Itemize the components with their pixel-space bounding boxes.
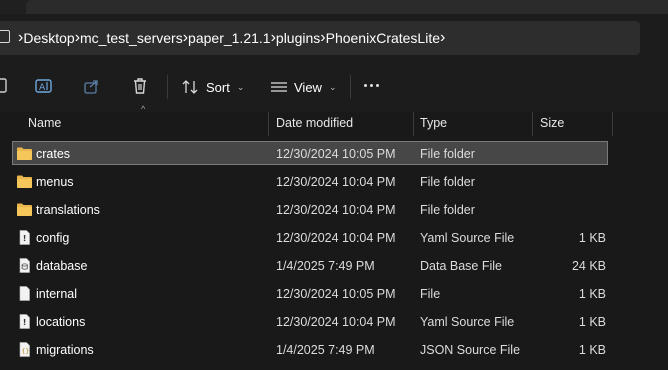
breadcrumb-paper[interactable]: paper_1.21.1 (188, 30, 271, 46)
file-type: File (420, 287, 441, 301)
file-size: 1 KB (578, 231, 606, 245)
json-file-icon: {} (16, 342, 33, 357)
file-row[interactable]: {} migrations 1/4/2025 7:49 PM JSON Sour… (0, 336, 668, 364)
command-bar: A Sort ⌄ View ⌄ (0, 62, 668, 112)
file-type: Data Base File (420, 259, 502, 273)
sort-button[interactable]: Sort ⌄ (182, 75, 244, 99)
file-name: crates (36, 147, 71, 161)
file-name: migrations (36, 343, 94, 357)
yaml-file-icon: ! (16, 314, 33, 329)
file-size: 1 KB (578, 315, 606, 329)
file-row[interactable]: ! config 12/30/2024 10:04 PM Yaml Source… (0, 224, 668, 252)
copy-icon[interactable] (0, 76, 12, 96)
svg-text:{}: {} (22, 347, 30, 355)
address-field[interactable]: › Desktop › mc_test_servers › paper_1.21… (0, 21, 640, 55)
address-bar: › Desktop › mc_test_servers › paper_1.21… (0, 14, 668, 62)
this-pc-icon[interactable] (0, 30, 10, 43)
tab-strip (0, 0, 668, 14)
folder-icon (16, 202, 33, 217)
file-size (540, 140, 606, 168)
chevron-down-icon: ⌄ (236, 81, 245, 92)
view-list-icon (271, 82, 287, 92)
sort-label: Sort (206, 79, 230, 95)
file-date-modified: 1/4/2025 7:49 PM (276, 343, 375, 357)
breadcrumb-phoenixcrateslite[interactable]: PhoenixCratesLite (326, 30, 440, 46)
column-header-type[interactable]: Type (412, 112, 532, 136)
file-date-modified: 12/30/2024 10:05 PM (276, 287, 396, 301)
svg-text:!: ! (23, 318, 27, 327)
file-type: File folder (420, 175, 475, 189)
file-date-modified: 1/4/2025 7:49 PM (276, 259, 375, 273)
svg-text:A: A (39, 83, 46, 93)
more-options-icon[interactable] (364, 84, 379, 87)
file-type: Yaml Source File (420, 231, 515, 245)
column-header-row: Name Date modified Type Size (0, 112, 668, 136)
file-size (540, 196, 606, 224)
file-name: database (36, 259, 88, 273)
toolbar-divider (167, 75, 168, 99)
column-header-size[interactable]: Size (532, 112, 612, 136)
file-row[interactable]: ! locations 12/30/2024 10:04 PM Yaml Sou… (0, 308, 668, 336)
chevron-down-icon: ⌄ (328, 81, 337, 92)
folder-icon (16, 146, 33, 161)
file-size: 24 KB (571, 259, 606, 273)
folder-icon (16, 174, 33, 189)
chevron-right-icon[interactable]: › (440, 29, 445, 47)
column-resize-handle[interactable] (612, 112, 613, 136)
file-size (540, 168, 606, 196)
share-icon[interactable] (82, 76, 102, 96)
file-type: File folder (420, 203, 475, 217)
file-row[interactable]: menus 12/30/2024 10:04 PM File folder (0, 168, 668, 196)
active-tab[interactable] (26, 0, 668, 14)
file-size: 1 KB (578, 343, 606, 357)
breadcrumb: › Desktop › mc_test_servers › paper_1.21… (18, 21, 445, 55)
file-icon (16, 286, 33, 301)
file-type: File folder (420, 147, 475, 161)
view-label: View (294, 79, 322, 95)
column-header-date[interactable]: Date modified (268, 112, 413, 136)
rename-icon[interactable]: A (34, 76, 54, 96)
file-date-modified: 12/30/2024 10:04 PM (276, 231, 396, 245)
file-type: Yaml Source File (420, 315, 515, 329)
file-name: menus (36, 175, 74, 189)
file-type: JSON Source File (420, 343, 521, 357)
svg-text:!: ! (23, 234, 27, 243)
file-date-modified: 12/30/2024 10:05 PM (276, 147, 396, 161)
sort-arrows-icon (182, 80, 198, 94)
file-date-modified: 12/30/2024 10:04 PM (276, 175, 396, 189)
yaml-file-icon: ! (16, 230, 33, 245)
file-row[interactable]: translations 12/30/2024 10:04 PM File fo… (0, 196, 668, 224)
file-name: translations (36, 203, 100, 217)
file-name: internal (36, 287, 77, 301)
file-name: config (36, 231, 70, 245)
file-row[interactable]: internal 12/30/2024 10:05 PM File 1 KB (0, 280, 668, 308)
file-row[interactable]: crates 12/30/2024 10:05 PM File folder (0, 140, 668, 168)
file-date-modified: 12/30/2024 10:04 PM (276, 203, 396, 217)
file-size: 1 KB (578, 287, 606, 301)
column-header-name[interactable]: Name (20, 112, 268, 136)
file-list: crates 12/30/2024 10:05 PM File folder m… (0, 140, 668, 364)
breadcrumb-plugins[interactable]: plugins (276, 30, 320, 46)
file-row[interactable]: database 1/4/2025 7:49 PM Data Base File… (0, 252, 668, 280)
file-name: locations (36, 315, 86, 329)
trash-icon[interactable] (130, 76, 150, 96)
database-file-icon (16, 258, 33, 273)
file-date-modified: 12/30/2024 10:04 PM (276, 315, 396, 329)
breadcrumb-mc-test-servers[interactable]: mc_test_servers (80, 30, 183, 46)
toolbar-divider (350, 75, 351, 99)
breadcrumb-desktop[interactable]: Desktop (23, 30, 74, 46)
view-button[interactable]: View ⌄ (270, 75, 337, 99)
